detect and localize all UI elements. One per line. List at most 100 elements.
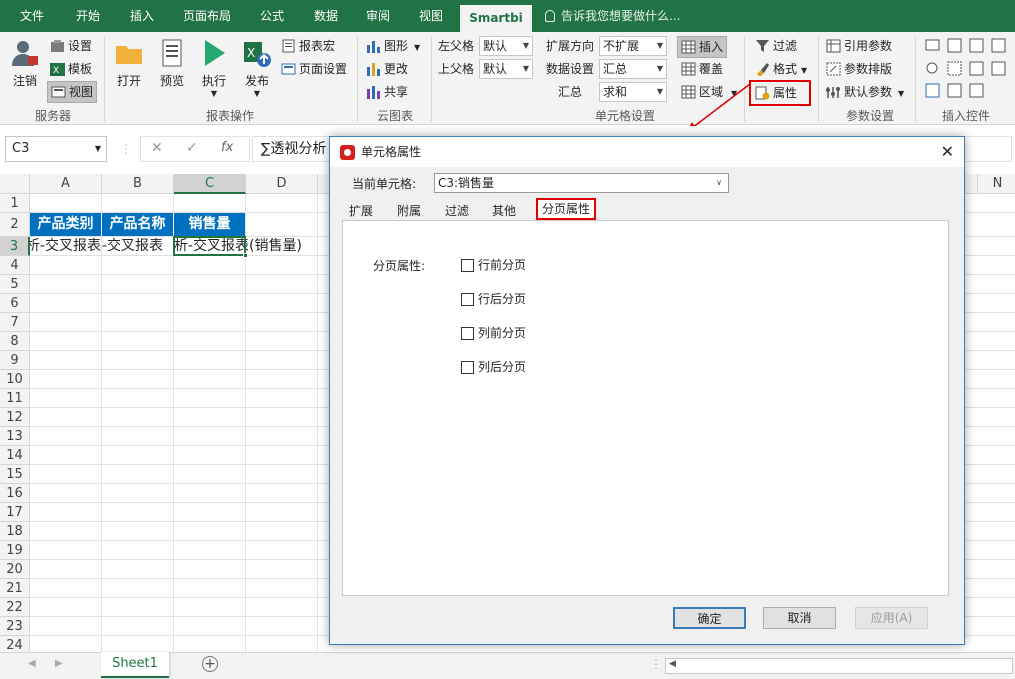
- grid-cell[interactable]: [30, 313, 102, 332]
- grid-cell[interactable]: [30, 332, 102, 351]
- grid-cell[interactable]: [102, 579, 174, 598]
- grid-cell[interactable]: [174, 617, 246, 636]
- grid-cell[interactable]: [174, 332, 246, 351]
- grid-cell[interactable]: [246, 194, 318, 213]
- data-setting-select[interactable]: 汇总 ▼: [599, 59, 667, 79]
- grid-cell[interactable]: [174, 351, 246, 370]
- grid-cell[interactable]: [102, 332, 174, 351]
- row-header[interactable]: 3: [0, 237, 30, 256]
- grid-cell[interactable]: [30, 427, 102, 446]
- col-header-c[interactable]: C: [174, 174, 246, 194]
- grid-cell[interactable]: [246, 313, 318, 332]
- grid-cell[interactable]: [246, 213, 318, 237]
- grid-control-icon[interactable]: [991, 38, 1006, 53]
- execute-button[interactable]: 执行 ▼: [197, 38, 231, 99]
- tab-data[interactable]: 数据: [300, 0, 352, 32]
- grid-cell[interactable]: [246, 446, 318, 465]
- grid-cell[interactable]: [246, 503, 318, 522]
- expand-direction-select[interactable]: 不扩展 ▼: [599, 36, 667, 56]
- row-header[interactable]: 17: [0, 503, 30, 522]
- grid-cell[interactable]: [30, 256, 102, 275]
- grid-cell[interactable]: [174, 598, 246, 617]
- grid-cell[interactable]: [102, 275, 174, 294]
- tab-filter[interactable]: 过滤: [438, 201, 476, 221]
- grid-cell[interactable]: [30, 389, 102, 408]
- tab-formulas[interactable]: 公式: [246, 0, 298, 32]
- grid-cell[interactable]: [30, 484, 102, 503]
- grid-cell[interactable]: [102, 389, 174, 408]
- grid-cell[interactable]: [174, 560, 246, 579]
- grid-cell[interactable]: [246, 294, 318, 313]
- scroll-left-icon[interactable]: ◀: [28, 658, 36, 669]
- radio-control-icon[interactable]: [926, 62, 938, 74]
- grid-cell[interactable]: [102, 522, 174, 541]
- function-icon[interactable]: fx: [221, 140, 233, 155]
- name-box[interactable]: C3 ▼: [5, 136, 107, 162]
- grid-cell[interactable]: [174, 522, 246, 541]
- grid-cell[interactable]: [102, 256, 174, 275]
- logout-button[interactable]: 注销: [8, 38, 42, 89]
- row-header[interactable]: 2: [0, 213, 30, 237]
- grid-cell[interactable]: [174, 446, 246, 465]
- grid-cell[interactable]: [246, 541, 318, 560]
- row-header[interactable]: 20: [0, 560, 30, 579]
- row-header[interactable]: 18: [0, 522, 30, 541]
- grid-cell[interactable]: [102, 194, 174, 213]
- horizontal-scrollbar[interactable]: ◀: [665, 658, 1013, 674]
- grid-cell[interactable]: [174, 636, 246, 652]
- tab-other[interactable]: 其他: [485, 201, 523, 221]
- grid-cell[interactable]: [30, 446, 102, 465]
- grid-cell[interactable]: [102, 294, 174, 313]
- view-button[interactable]: 视图: [47, 81, 98, 103]
- row-header[interactable]: 11: [0, 389, 30, 408]
- grid-cell[interactable]: [174, 389, 246, 408]
- grid-cell[interactable]: [102, 313, 174, 332]
- label-control-icon[interactable]: [969, 83, 984, 98]
- default-param-button[interactable]: 默认参数 ▼: [826, 83, 904, 103]
- grid-cell[interactable]: [246, 256, 318, 275]
- col-before-page-checkbox[interactable]: [461, 327, 474, 340]
- grid-cell[interactable]: [246, 275, 318, 294]
- row-header[interactable]: 21: [0, 579, 30, 598]
- grid-cell[interactable]: [102, 408, 174, 427]
- fill-handle[interactable]: [243, 253, 248, 258]
- col-after-page-checkbox[interactable]: [461, 361, 474, 374]
- grid-cell[interactable]: [102, 636, 174, 652]
- button-control-icon[interactable]: [947, 83, 962, 98]
- grid-cell[interactable]: [30, 194, 102, 213]
- sheet-tab-sheet1[interactable]: Sheet1: [101, 652, 169, 678]
- top-parent-select[interactable]: 默认 ▼: [479, 59, 533, 79]
- row-header[interactable]: 5: [0, 275, 30, 294]
- grid-cell[interactable]: [174, 541, 246, 560]
- grid-cell[interactable]: [246, 389, 318, 408]
- row-before-page-checkbox[interactable]: [461, 259, 474, 272]
- grid-cell[interactable]: [246, 522, 318, 541]
- grid-cell[interactable]: [30, 465, 102, 484]
- graphic-button[interactable]: 图形 ▼: [366, 37, 420, 57]
- filter-button[interactable]: 过滤: [755, 37, 797, 55]
- list-control-icon[interactable]: [991, 61, 1006, 76]
- confirm-check-icon[interactable]: ✓: [186, 140, 198, 156]
- grid-cell[interactable]: [246, 351, 318, 370]
- row-header[interactable]: 10: [0, 370, 30, 389]
- page-setup-button[interactable]: 页面设置: [281, 60, 347, 78]
- row-header[interactable]: 16: [0, 484, 30, 503]
- grid-cell[interactable]: [246, 598, 318, 617]
- tab-review[interactable]: 审阅: [352, 0, 404, 32]
- grid-cell[interactable]: [246, 408, 318, 427]
- tab-attach[interactable]: 附属: [390, 201, 428, 221]
- row-header[interactable]: 4: [0, 256, 30, 275]
- table-control-icon[interactable]: [969, 38, 984, 53]
- grid-cell[interactable]: [246, 579, 318, 598]
- left-parent-select[interactable]: 默认 ▼: [479, 36, 533, 56]
- row-header[interactable]: 23: [0, 617, 30, 636]
- grid-cell[interactable]: [102, 351, 174, 370]
- row-header[interactable]: 8: [0, 332, 30, 351]
- tab-view[interactable]: 视图: [405, 0, 457, 32]
- grid-cell[interactable]: [30, 408, 102, 427]
- preview-button[interactable]: 预览: [155, 38, 189, 89]
- add-sheet-icon[interactable]: +: [202, 656, 218, 672]
- cell-b3[interactable]: -交叉报表: [102, 237, 174, 256]
- tab-file[interactable]: 文件: [6, 0, 58, 32]
- row-header[interactable]: 15: [0, 465, 30, 484]
